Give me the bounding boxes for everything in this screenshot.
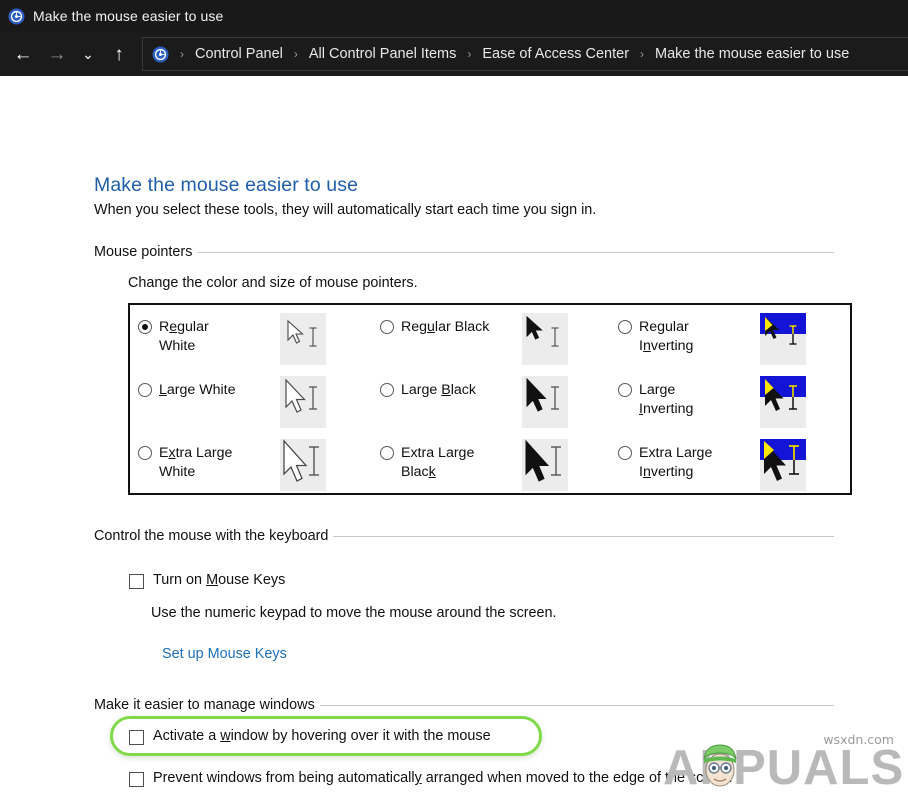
radio-large-inverting[interactable]: Large Inverting bbox=[618, 374, 760, 419]
radio-regular-black[interactable]: Regular Black bbox=[380, 311, 522, 337]
back-button[interactable]: ← bbox=[6, 37, 40, 71]
forward-button[interactable]: → bbox=[40, 37, 74, 71]
checkbox-indicator[interactable] bbox=[129, 574, 144, 589]
radio-large-white[interactable]: Large White bbox=[138, 374, 280, 400]
pointer-option-large-white[interactable]: Large White bbox=[138, 374, 371, 432]
up-button[interactable]: ↑ bbox=[102, 37, 136, 71]
address-bar[interactable]: › Control Panel › All Control Panel Item… bbox=[142, 37, 908, 71]
radio-indicator[interactable] bbox=[380, 446, 394, 460]
radio-regular-white[interactable]: Regular White bbox=[138, 311, 280, 356]
pointer-column-inverting: Regular Inverting Large Inverting Extra … bbox=[618, 305, 851, 493]
radio-label: Extra Large Black bbox=[401, 445, 475, 480]
radio-indicator[interactable] bbox=[618, 383, 632, 397]
mouse-pointer-options-group: Regular White Large White Extra Large Wh… bbox=[128, 303, 852, 495]
section-header-keyboard-control: Control the mouse with the keyboard bbox=[94, 528, 834, 544]
checkbox-activate-window-on-hover[interactable]: Activate a window by hovering over it wi… bbox=[129, 728, 491, 745]
pointer-preview-regular-black bbox=[522, 313, 568, 365]
footer-url: wsxdn.com bbox=[823, 732, 894, 747]
section-divider bbox=[319, 704, 834, 706]
radio-label: Regular White bbox=[159, 319, 209, 354]
section-label: Control the mouse with the keyboard bbox=[94, 528, 329, 544]
mouse-pointers-note: Change the color and size of mouse point… bbox=[128, 275, 418, 291]
breadcrumb-item-current-page: Make the mouse easier to use bbox=[655, 46, 850, 62]
control-panel-icon bbox=[8, 8, 25, 25]
breadcrumb-item-control-panel[interactable]: Control Panel bbox=[193, 46, 285, 62]
pointer-option-extra-large-black[interactable]: Extra Large Black bbox=[380, 437, 613, 495]
radio-indicator[interactable] bbox=[618, 446, 632, 460]
page-title: Make the mouse easier to use bbox=[94, 174, 359, 196]
checkbox-prevent-auto-arrange[interactable]: Prevent windows from being automatically… bbox=[129, 770, 732, 787]
section-header-manage-windows: Make it easier to manage windows bbox=[94, 697, 834, 713]
section-divider bbox=[197, 251, 834, 253]
radio-indicator[interactable] bbox=[138, 383, 152, 397]
radio-label: Large White bbox=[159, 382, 236, 398]
checkbox-turn-on-mouse-keys[interactable]: Turn on Mouse Keys bbox=[129, 572, 285, 589]
pointer-preview-large-white bbox=[280, 376, 326, 428]
pointer-preview-regular-inverting bbox=[760, 313, 806, 365]
link-set-up-mouse-keys[interactable]: Set up Mouse Keys bbox=[162, 646, 287, 662]
pointer-preview-regular-white bbox=[280, 313, 326, 365]
radio-regular-inverting[interactable]: Regular Inverting bbox=[618, 311, 760, 356]
radio-indicator[interactable] bbox=[618, 320, 632, 334]
watermark-mascot-icon bbox=[692, 737, 748, 793]
pointer-preview-extra-large-black bbox=[522, 439, 568, 491]
breadcrumb-separator: › bbox=[467, 47, 472, 61]
page-subtitle: When you select these tools, they will a… bbox=[94, 202, 597, 218]
radio-indicator[interactable] bbox=[380, 383, 394, 397]
radio-indicator[interactable] bbox=[138, 320, 152, 334]
section-header-mouse-pointers: Mouse pointers bbox=[94, 244, 834, 260]
pointer-column-white: Regular White Large White Extra Large Wh… bbox=[138, 305, 371, 493]
radio-indicator[interactable] bbox=[138, 446, 152, 460]
pointer-preview-extra-large-white bbox=[280, 439, 326, 491]
pointer-option-regular-white[interactable]: Regular White bbox=[138, 311, 371, 369]
section-label: Make it easier to manage windows bbox=[94, 697, 315, 713]
navigation-bar: ← → ⌄ ↑ › Control Panel › All Control Pa… bbox=[0, 32, 908, 76]
radio-extra-large-white[interactable]: Extra Large White bbox=[138, 437, 280, 482]
radio-extra-large-inverting[interactable]: Extra Large Inverting bbox=[618, 437, 760, 482]
checkbox-indicator[interactable] bbox=[129, 772, 144, 787]
breadcrumb-separator: › bbox=[293, 47, 298, 61]
pointer-option-extra-large-white[interactable]: Extra Large White bbox=[138, 437, 371, 495]
pointer-column-black: Regular Black Large Black Extra Large Bl… bbox=[380, 305, 613, 493]
radio-label: Extra Large Inverting bbox=[639, 445, 713, 480]
radio-label: Regular Black bbox=[401, 319, 490, 335]
pointer-option-extra-large-inverting[interactable]: Extra Large Inverting bbox=[618, 437, 851, 495]
address-bar-control-panel-icon bbox=[152, 46, 169, 63]
breadcrumb-separator: › bbox=[180, 47, 184, 61]
pointer-option-large-black[interactable]: Large Black bbox=[380, 374, 613, 432]
checkbox-label: Prevent windows from being automatically… bbox=[153, 770, 733, 786]
radio-label: Large Inverting bbox=[639, 382, 694, 417]
section-label: Mouse pointers bbox=[94, 244, 193, 260]
breadcrumb-item-ease-of-access-center[interactable]: Ease of Access Center bbox=[480, 46, 631, 62]
radio-large-black[interactable]: Large Black bbox=[380, 374, 522, 400]
radio-label: Regular Inverting bbox=[639, 319, 694, 354]
checkbox-indicator[interactable] bbox=[129, 730, 144, 745]
page-content: Make the mouse easier to use When you se… bbox=[0, 76, 908, 795]
radio-extra-large-black[interactable]: Extra Large Black bbox=[380, 437, 522, 482]
title-bar: Make the mouse easier to use bbox=[0, 0, 908, 32]
radio-label: Large Black bbox=[401, 382, 476, 398]
pointer-preview-large-inverting bbox=[760, 376, 806, 428]
section-divider bbox=[333, 535, 834, 537]
radio-indicator[interactable] bbox=[380, 320, 394, 334]
recent-locations-chevron-down-icon[interactable]: ⌄ bbox=[74, 37, 102, 71]
pointer-preview-extra-large-inverting bbox=[760, 439, 806, 491]
breadcrumb-item-all-control-panel-items[interactable]: All Control Panel Items bbox=[307, 46, 458, 62]
mouse-keys-description: Use the numeric keypad to move the mouse… bbox=[151, 605, 557, 621]
breadcrumb-separator: › bbox=[640, 47, 645, 61]
pointer-preview-large-black bbox=[522, 376, 568, 428]
window-title: Make the mouse easier to use bbox=[33, 8, 224, 24]
pointer-option-regular-inverting[interactable]: Regular Inverting bbox=[618, 311, 851, 369]
radio-label: Extra Large White bbox=[159, 445, 233, 480]
checkbox-label: Turn on Mouse Keys bbox=[153, 572, 286, 588]
pointer-option-large-inverting[interactable]: Large Inverting bbox=[618, 374, 851, 432]
checkbox-label: Activate a window by hovering over it wi… bbox=[153, 728, 491, 744]
pointer-option-regular-black[interactable]: Regular Black bbox=[380, 311, 613, 369]
